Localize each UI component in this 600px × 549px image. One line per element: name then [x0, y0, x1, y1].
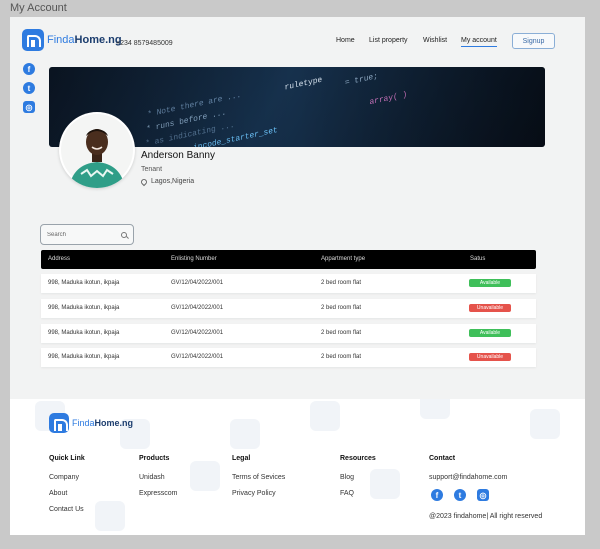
footer-heading-products: Products	[139, 455, 170, 462]
column-header-apartment-type: Appartment type	[321, 256, 366, 262]
instagram-icon[interactable]: ◎	[23, 101, 35, 113]
watermark-logo-icon	[190, 461, 220, 491]
cell-apartment-type: 2 bed room flat	[321, 354, 362, 360]
footer-link-privacy[interactable]: Privacy Policy	[232, 490, 276, 497]
footer-link-terms[interactable]: Terms of Sevices	[232, 474, 285, 481]
watermark-logo-icon	[310, 401, 340, 431]
cell-address: 998, Maduka ikotun, ikpaja	[48, 354, 120, 360]
brand-name: FindaHome.ng	[47, 34, 122, 46]
footer-heading-legal: Legal	[232, 455, 251, 462]
cell-enlisting-number: GV/12/04/2022/001	[171, 305, 224, 311]
footer-link-company[interactable]: Company	[49, 474, 79, 481]
table-row[interactable]: 998, Maduka ikotun, ikpaja GV/12/04/2022…	[41, 348, 536, 367]
phone-number: +234 8579485009	[116, 40, 173, 47]
nav-home[interactable]: Home	[336, 37, 355, 44]
cell-apartment-type: 2 bed room flat	[321, 280, 362, 286]
footer-brand-name: FindaHome.ng	[72, 418, 134, 428]
cell-address: 998, Maduka ikotun, ikpaja	[48, 305, 120, 311]
footer-link-unidash[interactable]: Unidash	[139, 474, 165, 481]
window-title: My Account	[10, 2, 67, 14]
status-badge: Available	[469, 279, 511, 287]
footer-link-about[interactable]: About	[49, 490, 67, 497]
profile-role: Tenant	[141, 166, 163, 173]
cell-enlisting-number: GV/12/04/2022/001	[171, 354, 224, 360]
instagram-icon[interactable]: ◎	[477, 489, 489, 501]
status-badge: Unavailable	[469, 304, 511, 312]
status-badge: Available	[469, 329, 511, 337]
profile-location: Lagos,Nigeria	[139, 177, 195, 186]
twitter-icon[interactable]: t	[23, 82, 35, 94]
table-row[interactable]: 998, Maduka ikotun, ikpaja GV/12/04/2022…	[41, 324, 536, 343]
nav-wishlist[interactable]: Wishlist	[423, 37, 447, 44]
cell-enlisting-number: GV/12/04/2022/001	[171, 330, 224, 336]
location-pin-icon	[139, 177, 149, 186]
location-text: Lagos,Nigeria	[151, 178, 195, 185]
watermark-logo-icon	[230, 419, 260, 449]
signup-button[interactable]: Signup	[512, 33, 555, 49]
twitter-icon[interactable]: t	[454, 489, 466, 501]
cell-address: 998, Maduka ikotun, ikpaja	[48, 330, 120, 336]
facebook-icon[interactable]: f	[431, 489, 443, 501]
footer-link-contact-us[interactable]: Contact Us	[49, 506, 84, 513]
cell-apartment-type: 2 bed room flat	[321, 305, 362, 311]
footer-heading-quick-link: Quick Link	[49, 455, 85, 462]
footer-link-blog[interactable]: Blog	[340, 474, 354, 481]
watermark-logo-icon	[370, 469, 400, 499]
search-box[interactable]	[40, 224, 134, 245]
search-input[interactable]	[47, 231, 117, 238]
column-header-enlisting-number: Enlisting Number	[171, 256, 217, 262]
footer-heading-contact: Contact	[429, 455, 456, 462]
table-row[interactable]: 998, Maduka ikotun, ikpaja GV/12/04/2022…	[41, 274, 536, 293]
table-row[interactable]: 998, Maduka ikotun, ikpaja GV/12/04/2022…	[41, 299, 536, 318]
facebook-icon[interactable]: f	[23, 63, 35, 75]
brand-logo[interactable]: FindaHome.ng	[22, 29, 122, 51]
status-badge: Unavailable	[469, 353, 511, 361]
cell-apartment-type: 2 bed room flat	[321, 330, 362, 336]
table-header: Address Enlisting Number Appartment type…	[41, 250, 536, 269]
watermark-logo-icon	[95, 501, 125, 531]
footer-contact-email[interactable]: support@findahome.com	[429, 474, 507, 481]
cell-address: 998, Maduka ikotun, ikpaja	[48, 280, 120, 286]
page-canvas: FindaHome.ng +234 8579485009 Home List p…	[10, 17, 585, 535]
watermark-logo-icon	[420, 399, 450, 419]
footer-link-expresscom[interactable]: Expresscom	[139, 490, 178, 497]
footer-link-faq[interactable]: FAQ	[340, 490, 354, 497]
watermark-logo-icon	[530, 409, 560, 439]
cell-enlisting-number: GV/12/04/2022/001	[171, 280, 224, 286]
column-header-address: Address	[48, 256, 71, 262]
house-logo-icon	[49, 413, 69, 433]
copyright-text: @2023 findahome| All right reserved	[429, 513, 543, 520]
footer-heading-resources: Resources	[340, 455, 376, 462]
column-header-status: Satus	[470, 256, 486, 262]
nav-my-account[interactable]: My account	[461, 37, 497, 47]
search-icon[interactable]	[121, 231, 127, 238]
nav-list-property[interactable]: List property	[369, 37, 408, 44]
site-footer: FindaHome.ng Quick Link Company About Co…	[10, 399, 585, 535]
site-header: FindaHome.ng +234 8579485009 Home List p…	[10, 17, 585, 63]
profile-avatar[interactable]	[59, 112, 135, 188]
house-logo-icon	[22, 29, 44, 51]
footer-brand-logo[interactable]: FindaHome.ng	[49, 413, 133, 433]
profile-name: Anderson Banny	[141, 150, 215, 161]
